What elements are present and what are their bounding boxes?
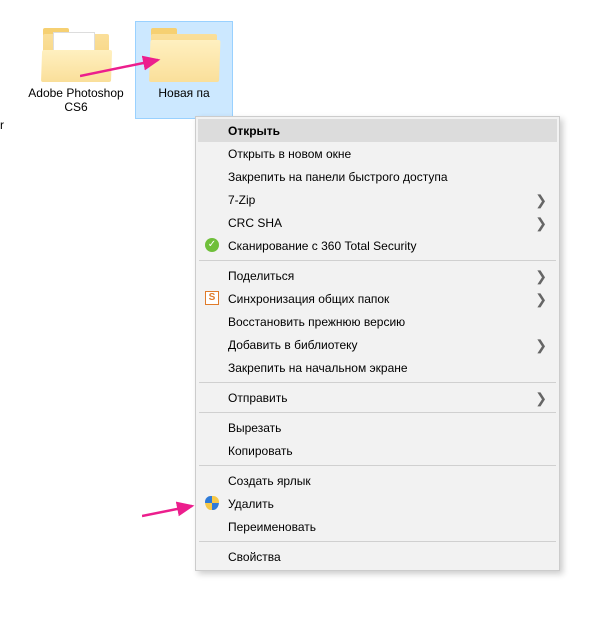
desktop-area: r Adobe Photoshop CS6 Новая па xyxy=(0,0,598,626)
chevron-right-icon: ❯ xyxy=(535,390,547,407)
menu-separator xyxy=(199,541,556,542)
menu-item-label: Удалить xyxy=(228,497,527,511)
menu-item-label: Создать ярлык xyxy=(228,474,527,488)
folder-item-adobe-photoshop[interactable]: Adobe Photoshop CS6 xyxy=(28,22,124,114)
menu-item-label: Вырезать xyxy=(228,421,527,435)
menu-item-label: Свойства xyxy=(228,550,527,564)
menu-item-sync-shared-folders[interactable]: S Синхронизация общих папок ❯ xyxy=(198,287,557,310)
menu-item-open-new-window[interactable]: Открыть в новом окне xyxy=(198,142,557,165)
folder-item-new-folder[interactable]: Новая па xyxy=(136,22,232,118)
menu-item-label: Открыть xyxy=(228,124,527,138)
menu-item-properties[interactable]: Свойства xyxy=(198,545,557,568)
menu-item-crc-sha[interactable]: CRC SHA ❯ xyxy=(198,211,557,234)
menu-item-scan-360[interactable]: ✓ Сканирование с 360 Total Security xyxy=(198,234,557,257)
chevron-right-icon: ❯ xyxy=(535,268,547,285)
uac-shield-icon xyxy=(204,495,220,511)
folder-label: Adobe Photoshop CS6 xyxy=(28,86,124,114)
menu-item-pin-quick-access[interactable]: Закрепить на панели быстрого доступа xyxy=(198,165,557,188)
folder-label: Новая па xyxy=(136,86,232,100)
sync-icon: S xyxy=(204,290,220,306)
menu-separator xyxy=(199,382,556,383)
menu-item-share[interactable]: Поделиться ❯ xyxy=(198,264,557,287)
menu-item-label: 7-Zip xyxy=(228,193,527,207)
folder-icon xyxy=(41,28,111,82)
menu-item-rename[interactable]: Переименовать xyxy=(198,515,557,538)
menu-item-label: Поделиться xyxy=(228,269,527,283)
menu-item-delete[interactable]: Удалить xyxy=(198,492,557,515)
menu-item-cut[interactable]: Вырезать xyxy=(198,416,557,439)
annotation-arrow-icon xyxy=(142,498,202,522)
folder-icon xyxy=(149,28,219,82)
menu-item-7zip[interactable]: 7-Zip ❯ xyxy=(198,188,557,211)
menu-separator xyxy=(199,260,556,261)
menu-item-send-to[interactable]: Отправить ❯ xyxy=(198,386,557,409)
menu-item-label: Копировать xyxy=(228,444,527,458)
menu-item-label: Закрепить на начальном экране xyxy=(228,361,527,375)
menu-item-label: CRC SHA xyxy=(228,216,527,230)
menu-item-add-to-library[interactable]: Добавить в библиотеку ❯ xyxy=(198,333,557,356)
chevron-right-icon: ❯ xyxy=(535,215,547,232)
menu-item-create-shortcut[interactable]: Создать ярлык xyxy=(198,469,557,492)
chevron-right-icon: ❯ xyxy=(535,192,547,209)
security-icon: ✓ xyxy=(204,237,220,253)
menu-item-label: Закрепить на панели быстрого доступа xyxy=(228,170,527,184)
menu-item-pin-start[interactable]: Закрепить на начальном экране xyxy=(198,356,557,379)
menu-separator xyxy=(199,465,556,466)
menu-item-label: Добавить в библиотеку xyxy=(228,338,527,352)
menu-item-label: Сканирование с 360 Total Security xyxy=(228,239,527,253)
menu-separator xyxy=(199,412,556,413)
chevron-right-icon: ❯ xyxy=(535,337,547,354)
menu-item-open[interactable]: Открыть xyxy=(198,119,557,142)
truncated-text: r xyxy=(0,118,4,132)
menu-item-label: Переименовать xyxy=(228,520,527,534)
menu-item-label: Синхронизация общих папок xyxy=(228,292,527,306)
menu-item-label: Восстановить прежнюю версию xyxy=(228,315,527,329)
menu-item-label: Отправить xyxy=(228,391,527,405)
context-menu: Открыть Открыть в новом окне Закрепить н… xyxy=(195,116,560,571)
menu-item-copy[interactable]: Копировать xyxy=(198,439,557,462)
menu-item-restore-previous[interactable]: Восстановить прежнюю версию xyxy=(198,310,557,333)
menu-item-label: Открыть в новом окне xyxy=(228,147,527,161)
chevron-right-icon: ❯ xyxy=(535,291,547,308)
